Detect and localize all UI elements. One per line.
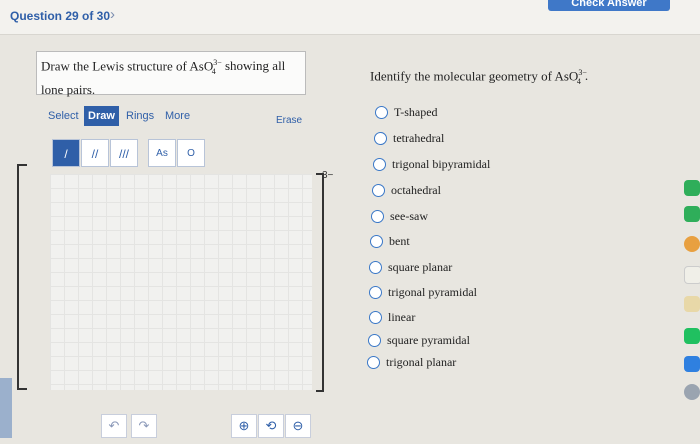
option-label: bent xyxy=(389,233,410,248)
undo-icon[interactable]: ↶ xyxy=(101,414,127,438)
geometry-question-end: . xyxy=(584,68,589,84)
reset-zoom-icon[interactable]: ⟲ xyxy=(258,414,284,438)
geometry-question-text: Identify the molecular geometry of AsO xyxy=(370,68,579,84)
option-linear[interactable]: linear xyxy=(369,308,415,326)
option-square-pyramidal[interactable]: square pyramidal xyxy=(368,331,470,349)
oxygen-atom-button[interactable]: O xyxy=(177,139,205,167)
option-bent[interactable]: bent xyxy=(370,232,410,250)
radio-button[interactable] xyxy=(374,131,387,145)
draw-prompt: Draw the Lewis structure of AsO3−4 showi… xyxy=(36,51,306,97)
app-icon-color-wheel[interactable] xyxy=(684,236,700,252)
prompt-text-line2: lone pairs. xyxy=(41,81,96,97)
app-icon-pen[interactable] xyxy=(684,296,700,312)
radio-button[interactable] xyxy=(367,355,380,369)
option-label: T-shaped xyxy=(394,104,438,119)
option-tetrahedral[interactable]: tetrahedral xyxy=(374,129,444,147)
app-icon-settings[interactable] xyxy=(684,384,700,400)
radio-button[interactable] xyxy=(372,183,385,197)
option-label: linear xyxy=(388,309,416,324)
option-trigonal-planar[interactable]: trigonal planar xyxy=(367,353,456,371)
double-bond-button[interactable]: // xyxy=(81,139,109,167)
option-trigonal-pyramidal[interactable]: trigonal pyramidal xyxy=(369,283,477,301)
radio-button[interactable] xyxy=(371,209,384,223)
prompt-sub: 4 xyxy=(211,66,216,76)
drawing-canvas[interactable] xyxy=(50,174,312,390)
radio-button[interactable] xyxy=(369,285,382,299)
option-label: square pyramidal xyxy=(387,332,470,347)
option-label: tetrahedral xyxy=(393,130,445,145)
right-bracket xyxy=(316,173,324,392)
radio-button[interactable] xyxy=(373,157,386,171)
option-label: trigonal pyramidal xyxy=(388,284,477,299)
option-label: trigonal bipyramidal xyxy=(392,156,491,171)
option-label: see-saw xyxy=(390,208,428,223)
option-square-planar[interactable]: square planar xyxy=(369,258,452,276)
option-see-saw[interactable]: see-saw xyxy=(371,207,428,225)
app-icon-translate[interactable] xyxy=(684,356,700,372)
app-dock xyxy=(684,180,700,440)
option-octahedral[interactable]: octahedral xyxy=(372,181,441,199)
prompt-charge-sup: 3− xyxy=(213,58,222,67)
option-label: square planar xyxy=(388,259,453,274)
arsenic-atom-button[interactable]: As xyxy=(148,139,176,167)
app-icon-green[interactable] xyxy=(684,180,700,196)
app-icon-audio[interactable] xyxy=(684,328,700,344)
left-edge-strip xyxy=(0,378,12,438)
zoom-in-icon[interactable]: ⊕ xyxy=(231,414,257,438)
tab-select[interactable]: Select xyxy=(44,106,83,126)
question-counter: Question 29 of 30 xyxy=(10,9,111,23)
ion-charge-label: 3− xyxy=(322,170,334,181)
draw-toolbar: Select Draw Rings More Erase xyxy=(36,102,306,130)
option-t-shaped[interactable]: T-shaped xyxy=(375,103,438,121)
geometry-sub: 4 xyxy=(576,76,581,86)
option-trigonal-bipyramidal[interactable]: trigonal bipyramidal xyxy=(373,155,490,173)
radio-button[interactable] xyxy=(370,234,383,248)
drawing-panel: Draw the Lewis structure of AsO3−4 showi… xyxy=(30,44,315,438)
left-bracket xyxy=(17,164,27,390)
geometry-question: Identify the molecular geometry of AsO3−… xyxy=(370,68,588,86)
triple-bond-button[interactable]: /// xyxy=(110,139,138,167)
next-question-chevron-icon[interactable]: › xyxy=(110,6,115,23)
check-answer-button[interactable]: Check Answer xyxy=(548,0,670,11)
app-icon-notes[interactable] xyxy=(684,266,700,284)
radio-button[interactable] xyxy=(368,333,381,347)
zoom-out-icon[interactable]: ⊖ xyxy=(285,414,311,438)
radio-button[interactable] xyxy=(369,260,382,274)
prompt-text-after: showing all xyxy=(221,58,286,74)
tab-rings[interactable]: Rings xyxy=(122,106,158,126)
redo-icon[interactable]: ↷ xyxy=(131,414,157,438)
radio-button[interactable] xyxy=(375,105,388,119)
tab-more[interactable]: More xyxy=(161,106,194,126)
single-bond-button[interactable]: / xyxy=(52,139,80,167)
option-label: octahedral xyxy=(391,182,441,197)
erase-button[interactable]: Erase xyxy=(276,115,302,126)
option-label: trigonal planar xyxy=(386,354,457,369)
top-bar: Question 29 of 30 › Check Answer xyxy=(0,0,700,35)
radio-button[interactable] xyxy=(369,310,382,324)
tab-draw[interactable]: Draw xyxy=(84,106,119,126)
app-icon-green-2[interactable] xyxy=(684,206,700,222)
prompt-text: Draw the Lewis structure of AsO xyxy=(41,58,214,74)
